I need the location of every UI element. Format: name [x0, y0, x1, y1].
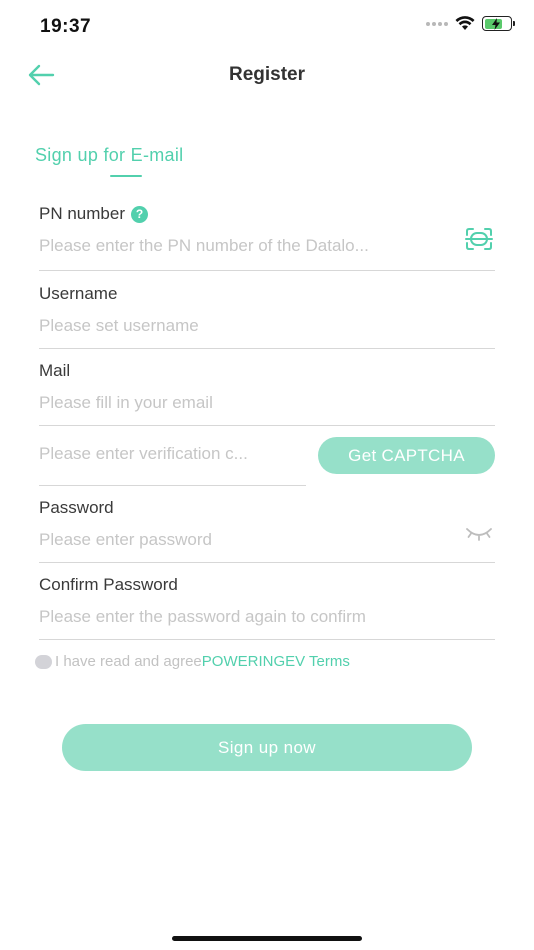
tab-email-signup[interactable]: Sign up for E-mail [35, 145, 184, 177]
scan-button[interactable] [465, 227, 493, 256]
eye-closed-icon [466, 528, 492, 541]
tab-label: Sign up for E-mail [35, 145, 184, 165]
status-indicators [426, 16, 515, 31]
password-label: Password [39, 498, 114, 517]
username-input[interactable] [39, 316, 459, 336]
confirm-password-input[interactable] [39, 607, 459, 627]
mail-label: Mail [39, 361, 71, 380]
scan-icon [465, 228, 493, 250]
wifi-icon [455, 16, 475, 30]
pn-number-label-text: PN number [39, 204, 125, 223]
password-input[interactable] [39, 530, 459, 550]
cellular-signal-icon [426, 21, 448, 26]
battery-icon [482, 16, 515, 31]
captcha-row: Get CAPTCHA [39, 436, 495, 486]
agreement-text: I have read and agree [55, 653, 202, 670]
pn-number-input[interactable] [39, 236, 459, 256]
help-icon[interactable]: ? [130, 205, 148, 223]
home-indicator [172, 936, 362, 941]
username-label: Username [39, 284, 118, 303]
terms-link[interactable]: POWERINGEV Terms [202, 653, 350, 670]
page-title: Register [228, 64, 306, 85]
status-time: 19:37 [40, 16, 92, 37]
sign-up-button[interactable]: Sign up now [62, 724, 472, 771]
agreement-checkbox[interactable] [35, 654, 52, 669]
toggle-password-visibility[interactable] [465, 525, 493, 546]
agreement-row: I have read and agree POWERINGEV Terms [35, 653, 350, 670]
get-captcha-button[interactable]: Get CAPTCHA [318, 437, 495, 474]
email-input[interactable] [39, 393, 459, 413]
pn-number-label: PN number ? [39, 204, 495, 224]
verification-field [39, 436, 306, 486]
confirm-password-field: Confirm Password [39, 575, 495, 640]
nav-bar: Register [0, 50, 534, 100]
tab-active-indicator [110, 175, 142, 177]
password-field: Password [39, 498, 495, 563]
pn-number-field: PN number ? [39, 204, 495, 271]
confirm-password-label: Confirm Password [39, 575, 178, 594]
verification-code-input[interactable] [39, 444, 301, 464]
username-field: Username [39, 284, 495, 349]
status-bar: 19:37 [0, 0, 534, 50]
mail-field: Mail [39, 361, 495, 426]
